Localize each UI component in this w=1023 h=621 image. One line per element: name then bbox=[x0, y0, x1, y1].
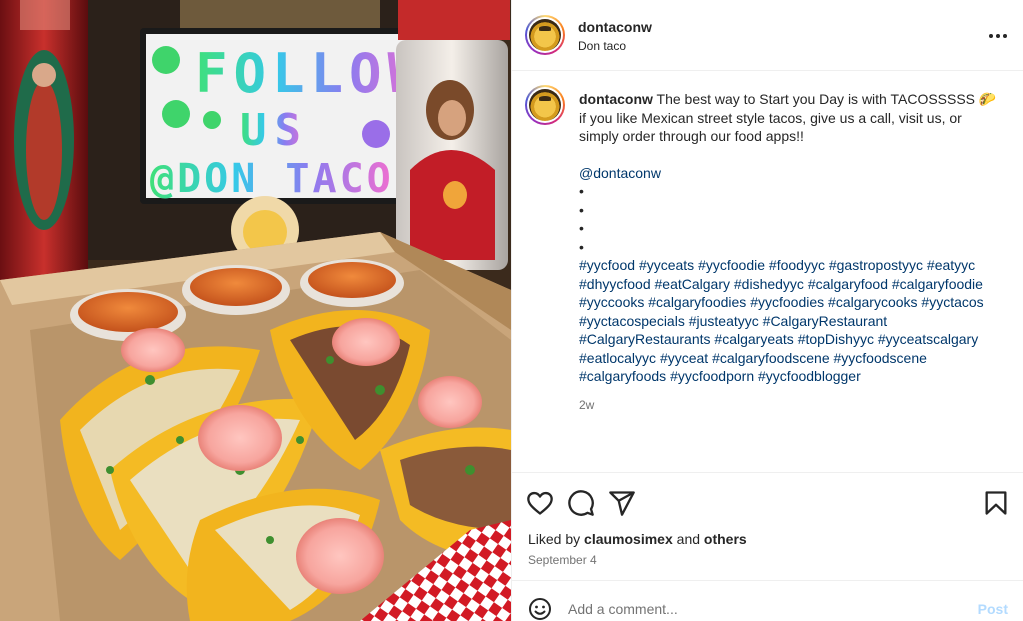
bookmark-icon bbox=[985, 491, 1007, 515]
hashtag-link[interactable]: #yyctacospecials bbox=[579, 313, 685, 329]
more-horizontal-icon bbox=[989, 34, 993, 38]
likes-summary: Liked by claumosimex and others bbox=[528, 531, 747, 547]
post-actions: Liked by claumosimex and others Septembe… bbox=[512, 472, 1023, 580]
hashtag-link[interactable]: #foodyyc bbox=[769, 257, 825, 273]
comment-button[interactable] bbox=[567, 489, 595, 517]
hashtag-link[interactable]: #eatlocalyyc bbox=[579, 350, 656, 366]
hashtag-link[interactable]: #yyceats bbox=[639, 257, 694, 273]
post-comment-button[interactable]: Post bbox=[978, 601, 1008, 617]
hashtag-link[interactable]: #calgaryfoodies bbox=[648, 294, 746, 310]
hashtag-link[interactable]: #yycfoodblogger bbox=[758, 368, 861, 384]
post-sidebar: dontaconw Don taco dontaconw The best wa… bbox=[511, 0, 1023, 621]
comment-icon bbox=[568, 490, 594, 516]
hashtag-link[interactable]: #calgaryfoods bbox=[579, 368, 666, 384]
hashtag-link[interactable]: #dhyycfood bbox=[579, 276, 651, 292]
like-button[interactable] bbox=[526, 489, 554, 517]
hashtag-link[interactable]: #eatyyc bbox=[927, 257, 975, 273]
hashtag-link[interactable]: #yycfood bbox=[579, 257, 635, 273]
emoji-button[interactable] bbox=[528, 597, 552, 621]
hashtag-link[interactable]: #calgaryfoodie bbox=[892, 276, 983, 292]
more-options-button[interactable] bbox=[986, 24, 1010, 48]
hashtag-link[interactable]: #yycfoodporn bbox=[670, 368, 754, 384]
save-button[interactable] bbox=[982, 489, 1010, 517]
hashtag-link[interactable]: #calgaryfood bbox=[808, 276, 888, 292]
hashtag-link[interactable]: #yycfoodie bbox=[698, 257, 765, 273]
lightbox-line-2: US bbox=[240, 105, 309, 156]
post-caption: dontaconw The best way to Start you Day … bbox=[512, 72, 1023, 472]
hashtag-list: #yycfood #yyceats #yycfoodie #foodyyc #g… bbox=[579, 256, 1004, 386]
hashtag-link[interactable]: #CalgaryRestaurants bbox=[579, 331, 711, 347]
comment-bar: Post bbox=[512, 580, 1023, 621]
hashtag-link[interactable]: #yyctacos bbox=[921, 294, 983, 310]
hashtag-link[interactable]: #yyceat bbox=[660, 350, 708, 366]
caption-timestamp[interactable]: 2w bbox=[579, 396, 1004, 415]
hashtag-link[interactable]: #dishedyyc bbox=[734, 276, 804, 292]
hashtag-link[interactable]: #yyceatscalgary bbox=[878, 331, 978, 347]
hashtag-link[interactable]: #gastropostyyc bbox=[829, 257, 923, 273]
likes-conj: and bbox=[676, 531, 701, 547]
caption-username[interactable]: dontaconw bbox=[579, 91, 653, 107]
hashtag-link[interactable]: #topDishyyc bbox=[798, 331, 874, 347]
hashtag-link[interactable]: #yycfoodies bbox=[750, 294, 824, 310]
post-username[interactable]: dontaconw bbox=[578, 19, 652, 35]
post-photo[interactable]: FOLLOW US @DON TACO bbox=[0, 0, 511, 621]
caption-avatar[interactable] bbox=[525, 85, 565, 125]
lightbox-line-1: FOLLOW bbox=[195, 42, 426, 105]
share-button[interactable] bbox=[608, 489, 636, 517]
lightbox-line-3: @DON TACO bbox=[150, 156, 394, 202]
caption-body: dontaconw The best way to Start you Day … bbox=[579, 90, 1004, 414]
hashtag-link[interactable]: #eatCalgary bbox=[655, 276, 731, 292]
emoji-icon bbox=[529, 598, 551, 620]
hashtag-link[interactable]: #justeatyyc bbox=[689, 313, 759, 329]
comment-input[interactable] bbox=[568, 598, 958, 620]
post-date[interactable]: September 4 bbox=[528, 553, 597, 567]
liked-by-user[interactable]: claumosimex bbox=[584, 531, 673, 547]
hashtag-link[interactable]: #yycfoodscene bbox=[834, 350, 927, 366]
hashtag-link[interactable]: #calgarycooks bbox=[828, 294, 918, 310]
caption-bullet: • bbox=[579, 183, 584, 199]
post-location[interactable]: Don taco bbox=[578, 39, 626, 53]
hashtag-link[interactable]: #calgaryeats bbox=[714, 331, 793, 347]
likes-others-link[interactable]: others bbox=[704, 531, 747, 547]
avatar-image bbox=[529, 19, 561, 51]
caption-bullet: • bbox=[579, 220, 584, 236]
post-header: dontaconw Don taco bbox=[512, 0, 1023, 71]
likes-prefix: Liked by bbox=[528, 531, 581, 547]
hashtag-link[interactable]: #yyccooks bbox=[579, 294, 644, 310]
heart-icon bbox=[527, 491, 553, 515]
avatar[interactable] bbox=[525, 15, 565, 55]
share-icon bbox=[609, 491, 635, 516]
caption-mention[interactable]: @dontaconw bbox=[579, 164, 1004, 183]
caption-bullet: • bbox=[579, 201, 584, 218]
hashtag-link[interactable]: #CalgaryRestaurant bbox=[763, 313, 888, 329]
caption-bullet: • bbox=[579, 238, 584, 255]
hashtag-link[interactable]: #calgaryfoodscene bbox=[712, 350, 830, 366]
